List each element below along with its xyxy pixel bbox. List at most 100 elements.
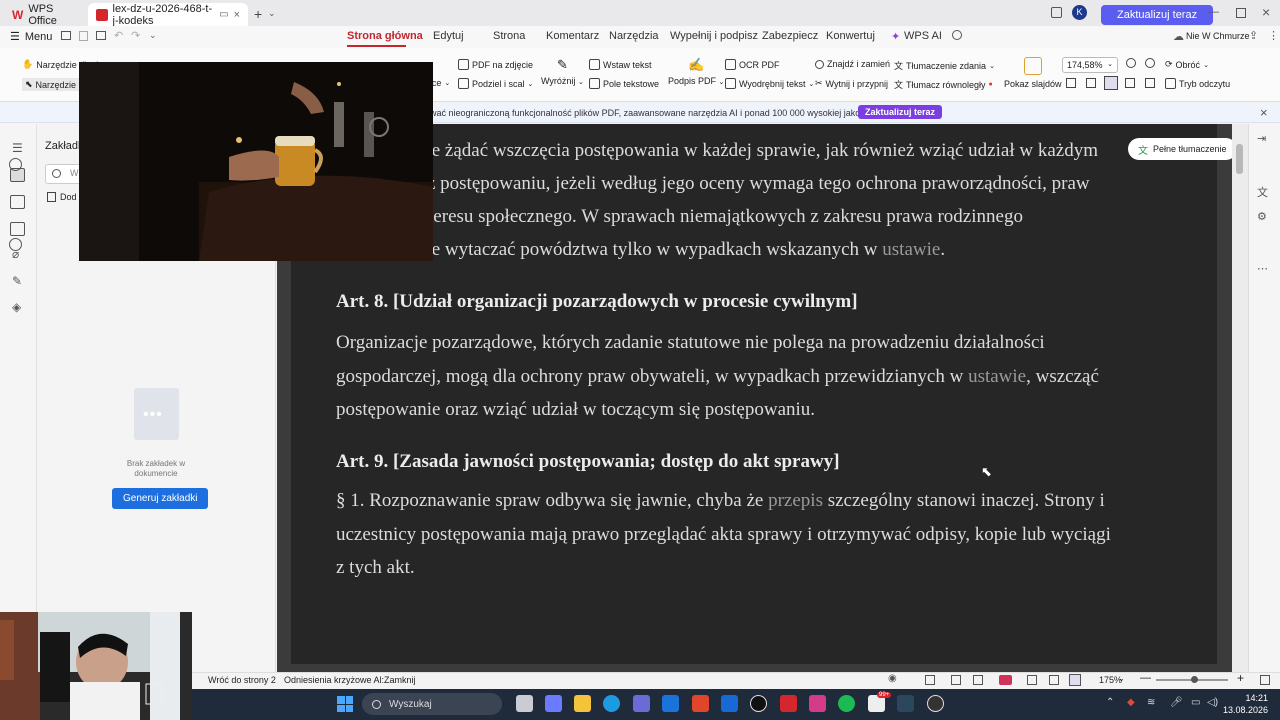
- find-replace-button[interactable]: Znajdź i zamień: [815, 59, 890, 69]
- chevron-up-icon[interactable]: ⌃: [1106, 697, 1114, 708]
- chevron-down-icon[interactable]: ⌄: [268, 8, 276, 19]
- eye-icon[interactable]: ◉: [888, 673, 897, 684]
- save-icon[interactable]: [79, 31, 88, 41]
- tab-page[interactable]: Strona: [493, 30, 525, 42]
- extract-text-button[interactable]: Wyodrębnij tekst ⌄: [725, 78, 814, 89]
- layers-icon[interactable]: ◈: [12, 300, 21, 314]
- tab-protect[interactable]: Zabezpiecz: [762, 30, 818, 42]
- close-icon[interactable]: ×: [1260, 105, 1268, 120]
- tab-home[interactable]: Strona główna: [347, 30, 423, 42]
- undo-icon[interactable]: ↶: [114, 29, 123, 42]
- play-icon[interactable]: [999, 675, 1012, 685]
- clock-date[interactable]: 13.08.2026: [1222, 705, 1268, 715]
- close-window-icon[interactable]: ×: [1262, 4, 1270, 20]
- copilot-icon[interactable]: [545, 695, 562, 712]
- tab-convert[interactable]: Konwertuj: [826, 30, 875, 42]
- fullscreen-icon[interactable]: [1049, 675, 1059, 685]
- minimize-icon[interactable]: —: [1208, 6, 1219, 18]
- cut-pin-button[interactable]: ✂ Wytnij i przypnij: [815, 78, 888, 89]
- calendar-icon[interactable]: [721, 695, 738, 712]
- list-icon[interactable]: ☰: [12, 141, 23, 155]
- tab-comment[interactable]: Komentarz: [546, 30, 599, 42]
- pdf-sign-button[interactable]: ✍ Podpis PDF ⌄: [668, 57, 724, 86]
- vertical-scrollbar[interactable]: [1232, 124, 1248, 672]
- chevron-down-icon[interactable]: ⌄: [1118, 674, 1125, 683]
- collapse-icon[interactable]: ⇥: [1257, 132, 1266, 145]
- tray-app-icon[interactable]: ◆: [1127, 697, 1135, 708]
- reading-icon[interactable]: [1069, 674, 1081, 686]
- clock-time[interactable]: 14:21: [1226, 693, 1268, 703]
- fullscreen-icon[interactable]: [1260, 675, 1270, 685]
- split-merge-button[interactable]: Podziel i scal ⌄: [458, 78, 533, 89]
- media-player-icon[interactable]: [927, 695, 944, 712]
- cross-references-link[interactable]: Odniesienia krzyżowe Al:Zamknij: [284, 675, 416, 685]
- thumbnails-icon[interactable]: [10, 195, 25, 209]
- rotate-button[interactable]: ⟳ Obróć ⌄: [1165, 59, 1209, 70]
- store-icon[interactable]: [633, 695, 650, 712]
- tab-tools[interactable]: Narzędzia: [609, 30, 659, 42]
- translate-icon[interactable]: 文: [1257, 184, 1268, 200]
- notice-update-button[interactable]: Zaktualizuj teraz: [858, 105, 943, 119]
- read-mode-button[interactable]: Tryb odczytu: [1165, 78, 1230, 89]
- new-tab-icon[interactable]: +: [254, 6, 262, 22]
- zoom-out-icon[interactable]: —: [1140, 672, 1151, 684]
- comment-icon[interactable]: [10, 222, 25, 236]
- chevron-down-icon[interactable]: ⌄: [149, 30, 157, 41]
- zoom-in-icon[interactable]: +: [1237, 671, 1244, 685]
- fit-width-icon[interactable]: [1086, 78, 1096, 88]
- tab-edit[interactable]: Edytuj: [433, 30, 464, 42]
- signature-icon[interactable]: ✎: [12, 274, 22, 288]
- ocr-button[interactable]: OCR PDF: [725, 59, 780, 70]
- instagram-icon[interactable]: [809, 695, 826, 712]
- scroll-thumb[interactable]: [1236, 144, 1243, 174]
- two-page-icon[interactable]: [973, 675, 983, 685]
- share-icon[interactable]: ⇪: [1249, 29, 1258, 42]
- generate-bookmarks-button[interactable]: Generuj zakładki: [112, 488, 209, 509]
- open-folder-icon[interactable]: [61, 31, 71, 40]
- text-field-button[interactable]: Pole tekstowe: [589, 78, 659, 89]
- avatar[interactable]: K: [1072, 5, 1087, 20]
- redo-icon[interactable]: ↷: [131, 29, 140, 42]
- tab-wps-ai[interactable]: WPS AI: [904, 30, 942, 42]
- menu-button[interactable]: ☰ Menu: [10, 30, 52, 44]
- zoom-in-icon[interactable]: [1145, 58, 1155, 68]
- tab-document[interactable]: lex-dz-u-2026-468-t-j-kodeks ▭ ×: [88, 3, 248, 27]
- update-button[interactable]: Zaktualizuj teraz: [1101, 5, 1214, 25]
- volume-icon[interactable]: ◁): [1207, 697, 1218, 708]
- single-page-icon[interactable]: [925, 675, 935, 685]
- law-link[interactable]: przepis: [768, 490, 823, 511]
- obs-icon[interactable]: [750, 695, 767, 712]
- edge-icon[interactable]: [603, 695, 620, 712]
- more-icon[interactable]: ⋯: [1257, 262, 1268, 275]
- display-icon[interactable]: ▭: [1191, 697, 1200, 708]
- tab-pin-icon[interactable]: ▭: [219, 9, 228, 20]
- translate-sentence-button[interactable]: 文 Tłumaczenie zdania ⌄: [894, 59, 995, 72]
- microphone-icon[interactable]: 🎤︎: [1170, 697, 1183, 708]
- slideshow-button[interactable]: Pokaz slajdów: [1004, 57, 1062, 89]
- tab-wps-office[interactable]: W WPS Office: [4, 3, 86, 27]
- search-icon[interactable]: [9, 158, 22, 171]
- tab-fill-sign[interactable]: Wypełnij i podpisz: [670, 30, 758, 42]
- maximize-icon[interactable]: [1236, 8, 1246, 18]
- law-link[interactable]: ustawie: [882, 239, 940, 260]
- more-icon[interactable]: ⋮: [1268, 29, 1279, 42]
- help-icon[interactable]: [9, 238, 22, 251]
- spotify-icon[interactable]: [838, 695, 855, 712]
- parallel-translate-button[interactable]: 文 Tłumacz równoległy ●: [894, 78, 993, 91]
- brave-icon[interactable]: [692, 695, 709, 712]
- law-link[interactable]: ustawie: [968, 366, 1026, 387]
- continuous-scroll-icon[interactable]: [1104, 76, 1118, 90]
- wps-taskbar-icon[interactable]: [780, 695, 797, 712]
- windows-start-icon[interactable]: [337, 696, 353, 712]
- video-overlay[interactable]: [79, 62, 433, 261]
- zoom-select[interactable]: 174,58% ⌄: [1062, 57, 1118, 73]
- steam-icon[interactable]: [897, 695, 914, 712]
- search-icon[interactable]: [952, 30, 962, 40]
- zoom-slider-thumb[interactable]: [1191, 676, 1198, 683]
- back-to-page-link[interactable]: Wróć do strony 2: [208, 675, 276, 685]
- network-icon[interactable]: ≋: [1147, 697, 1155, 708]
- insert-text-button[interactable]: Wstaw tekst: [589, 59, 652, 70]
- continuous-icon[interactable]: [951, 675, 961, 685]
- outlook-icon[interactable]: [662, 695, 679, 712]
- zoom-out-icon[interactable]: [1126, 58, 1136, 68]
